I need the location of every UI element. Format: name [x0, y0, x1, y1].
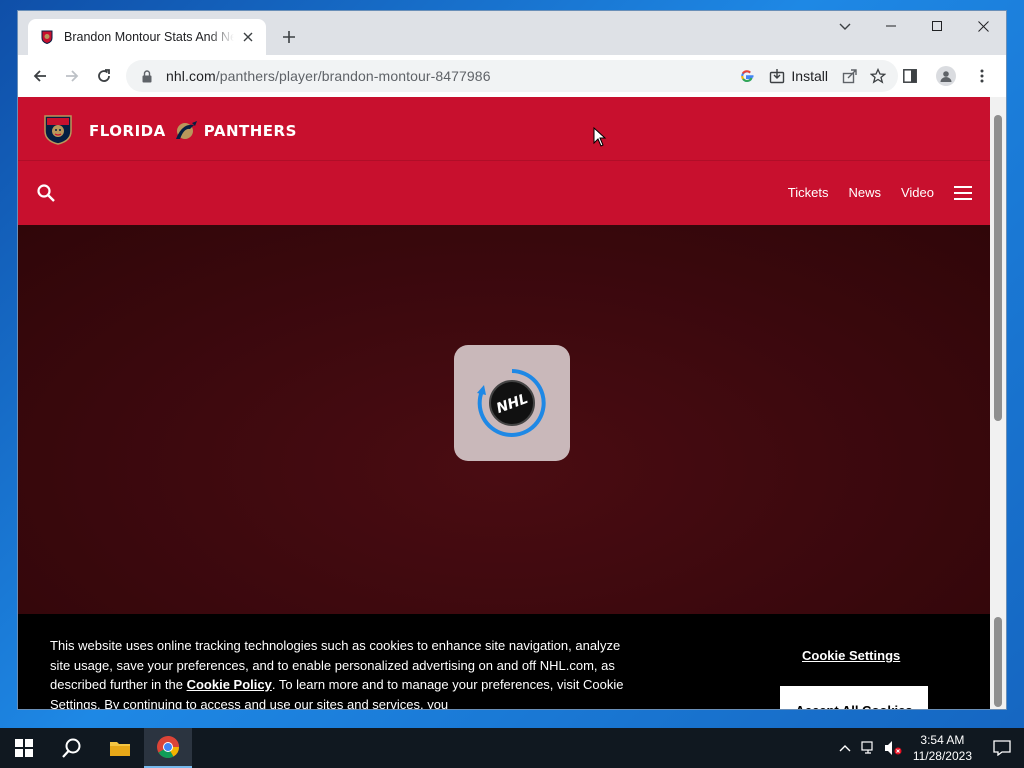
tab-close-icon[interactable]: [240, 29, 256, 45]
window-controls: [868, 11, 1006, 41]
panther-leap-icon: [175, 121, 197, 139]
panthers-favicon-icon: [41, 30, 53, 44]
minimize-icon[interactable]: [868, 11, 914, 41]
toolbar-right: [894, 60, 998, 92]
close-window-icon[interactable]: [960, 11, 1006, 41]
maximize-icon[interactable]: [914, 11, 960, 41]
wordmark-panthers: PANTHERS: [203, 122, 297, 140]
profile-icon: [936, 66, 956, 86]
taskbar-search-icon[interactable]: [48, 728, 96, 768]
start-button[interactable]: [0, 728, 48, 768]
tray-chevron-icon[interactable]: [833, 728, 857, 768]
back-icon[interactable]: [24, 60, 56, 92]
cookie-banner: This website uses online tracking techno…: [18, 614, 990, 709]
windows-logo-icon: [15, 739, 33, 757]
nhl-loader-icon: NHL: [477, 369, 546, 437]
taskbar-clock[interactable]: 3:54 AM 11/28/2023: [905, 732, 980, 764]
cookie-policy-link[interactable]: Cookie Policy: [187, 677, 272, 692]
reload-icon[interactable]: [88, 60, 120, 92]
browser-window: Brandon Montour Stats And News nhl.com/p…: [17, 10, 1007, 710]
mouse-cursor-icon: [593, 127, 607, 147]
install-icon: [770, 69, 785, 84]
network-icon[interactable]: [857, 728, 881, 768]
cookie-settings-link[interactable]: Cookie Settings: [802, 648, 900, 663]
chrome-taskbar-icon[interactable]: [144, 728, 192, 768]
lock-icon[interactable]: [138, 69, 156, 83]
hamburger-menu-icon[interactable]: [954, 186, 972, 200]
url-path: /panthers/player/brandon-montour-8477986: [215, 68, 491, 84]
bookmark-star-icon[interactable]: [866, 64, 890, 88]
search-icon[interactable]: [36, 183, 56, 203]
google-lens-icon[interactable]: [735, 64, 759, 88]
nav-link-news[interactable]: News: [848, 185, 881, 200]
panthers-logo-icon[interactable]: [42, 113, 74, 145]
page-scrollbar[interactable]: [990, 97, 1006, 709]
address-bar[interactable]: nhl.com/panthers/player/brandon-montour-…: [126, 60, 898, 92]
url-host: nhl.com: [166, 68, 216, 84]
forward-icon[interactable]: [56, 60, 88, 92]
nav-link-tickets[interactable]: Tickets: [788, 185, 829, 200]
tab-search-chevron-icon[interactable]: [834, 16, 856, 38]
install-app-button[interactable]: Install: [763, 68, 834, 84]
site-nav: Tickets News Video: [18, 161, 990, 225]
cookie-banner-text: This website uses online tracking techno…: [50, 636, 640, 709]
profile-avatar[interactable]: [930, 60, 962, 92]
accept-all-cookies-button[interactable]: Accept All Cookies: [780, 686, 928, 709]
wordmark-florida: FLORIDA: [89, 122, 166, 140]
share-icon[interactable]: [838, 64, 862, 88]
nhl-loading-spinner: NHL: [454, 345, 570, 461]
browser-tab[interactable]: Brandon Montour Stats And News: [28, 19, 266, 55]
browser-toolbar: nhl.com/panthers/player/brandon-montour-…: [18, 55, 1006, 97]
tab-title: Brandon Montour Stats And News: [64, 30, 234, 44]
scrollbar-thumb[interactable]: [994, 115, 1002, 421]
system-tray: 3:54 AM 11/28/2023: [833, 728, 1024, 768]
tab-strip: Brandon Montour Stats And News: [18, 11, 1006, 55]
omnibox-actions: Install: [735, 60, 890, 92]
clock-time: 3:54 AM: [920, 733, 965, 747]
page-viewport: FLORIDA PANTHERS Tickets News Video NHL …: [18, 97, 990, 709]
banner-scrollbar-thumb[interactable]: [994, 617, 1002, 707]
team-wordmark[interactable]: FLORIDA PANTHERS: [89, 119, 297, 143]
chrome-menu-icon[interactable]: [966, 60, 998, 92]
volume-muted-icon[interactable]: [881, 728, 905, 768]
nav-links: Tickets News Video: [788, 185, 934, 200]
side-panel-icon[interactable]: [894, 60, 926, 92]
notification-center-icon[interactable]: [980, 728, 1024, 768]
clock-date: 11/28/2023: [912, 749, 972, 763]
file-explorer-icon[interactable]: [96, 728, 144, 768]
new-tab-icon[interactable]: [278, 26, 300, 48]
windows-taskbar: 3:54 AM 11/28/2023: [0, 728, 1024, 768]
site-header: FLORIDA PANTHERS: [18, 97, 990, 161]
nav-link-video[interactable]: Video: [901, 185, 934, 200]
install-label: Install: [791, 68, 828, 84]
url-text[interactable]: nhl.com/panthers/player/brandon-montour-…: [166, 68, 491, 84]
